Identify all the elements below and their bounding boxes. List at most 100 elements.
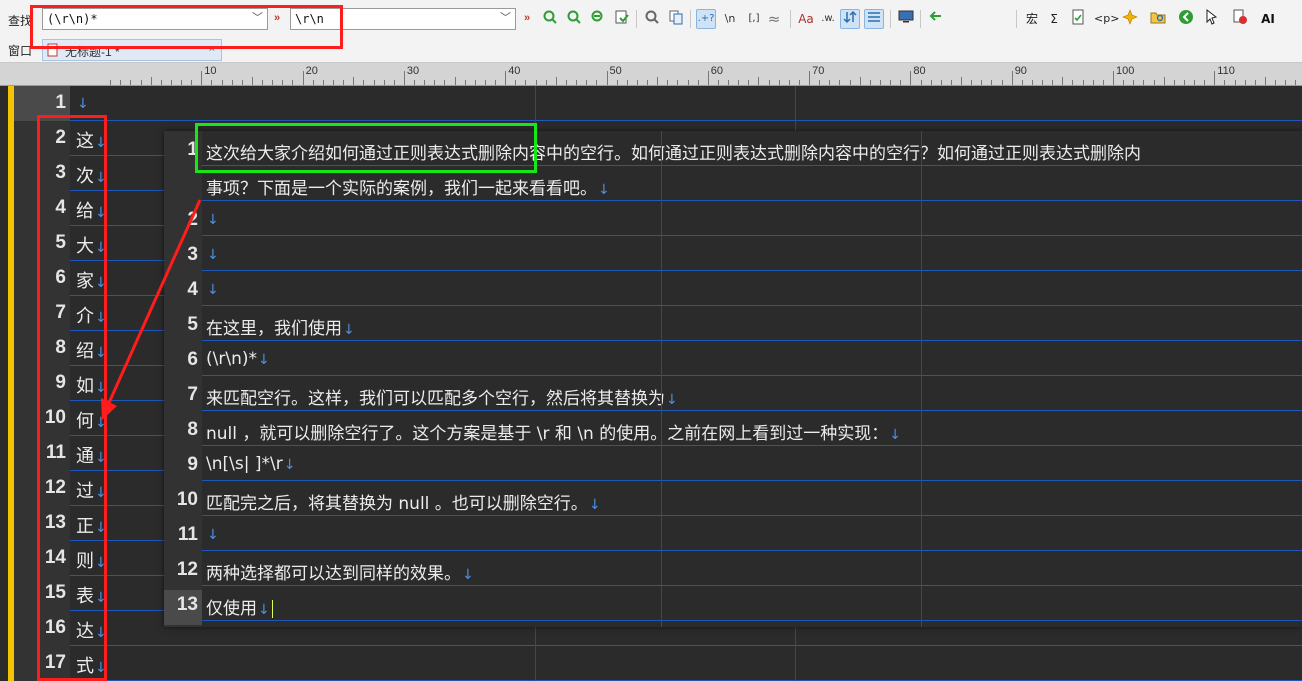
document-check-icon[interactable] — [1068, 9, 1088, 29]
ruler-tick — [353, 77, 355, 85]
copy-icon[interactable] — [666, 9, 686, 29]
ruler-tick — [363, 80, 365, 85]
chevron-right-icon-2: » — [524, 12, 531, 24]
overlay-editor-line[interactable]: 两种选择都可以达到同样的效果。↓ — [206, 559, 474, 584]
ruler-label: 60 — [710, 65, 724, 77]
overlay-line-rule — [202, 375, 1302, 376]
overlay-line-rule — [202, 585, 1302, 586]
find-previous-icon[interactable] — [564, 9, 584, 29]
ruler-tick — [687, 80, 689, 85]
ai-button[interactable]: AI — [1258, 9, 1278, 29]
overlay-line-number: 3 — [187, 244, 198, 265]
regex-toggle[interactable]: .+? — [696, 9, 716, 29]
ruler-label: 110 — [1217, 65, 1235, 77]
overlay-editor-line[interactable]: ↓ — [206, 209, 219, 229]
toolbar-divider-4 — [890, 10, 891, 28]
ruler-tick — [849, 80, 851, 85]
search-icon[interactable] — [642, 9, 662, 29]
overlay-line-number: 2 — [187, 209, 198, 230]
cursor-tool-icon[interactable] — [1202, 8, 1222, 29]
ruler-tick — [647, 80, 649, 85]
line-break-icon: ↓ — [207, 527, 219, 543]
ruler-tick — [312, 80, 314, 85]
overlay-editor-line[interactable]: null ，就可以删除空行了。这个方案是基于 \r 和 \n 的使用。之前在网上… — [206, 419, 901, 444]
ruler-tick — [920, 80, 922, 85]
ruler-tick — [262, 80, 264, 85]
ruler-tick — [636, 80, 638, 85]
ruler-tick — [1143, 80, 1145, 85]
newline-toggle[interactable]: \n — [720, 9, 740, 29]
ruler-tick — [657, 77, 659, 85]
overlay-editor-line[interactable]: 事项？下面是一个实际的案例，我们一起来看看吧。↓ — [206, 174, 610, 199]
ruler-tick — [596, 80, 598, 85]
ruler-tick — [728, 80, 730, 85]
text-caret — [271, 600, 273, 618]
swap-direction-toggle[interactable] — [840, 9, 860, 29]
ruler-tick — [961, 77, 963, 85]
folder-search-icon[interactable] — [1148, 9, 1168, 29]
overlay-editor-line[interactable]: 匹配完之后，将其替换为 null 。也可以删除空行。↓ — [206, 489, 601, 514]
macro-button[interactable]: 宏 — [1022, 9, 1042, 29]
ruler-tick — [272, 80, 274, 85]
ruler-tick — [677, 80, 679, 85]
ruler-tick — [525, 80, 527, 85]
column-ruler[interactable]: 102030405060708090100110120 — [70, 63, 1302, 86]
record-icon[interactable] — [1230, 9, 1250, 29]
list-results-toggle[interactable] — [864, 9, 884, 29]
overlay-editor-line[interactable]: 仅使用↓ — [206, 594, 273, 619]
html-tag-button[interactable]: <p> — [1094, 9, 1119, 29]
ruler-tick — [403, 71, 405, 85]
ruler-tick — [1001, 80, 1003, 85]
toolbar-divider — [636, 10, 637, 28]
ruler-tick — [1173, 80, 1175, 85]
ruler-tick — [809, 71, 811, 85]
ruler-tick — [474, 80, 476, 85]
ruler-tick — [464, 80, 466, 85]
ruler-tick — [251, 77, 253, 85]
editor-line[interactable]: ↓ — [76, 92, 89, 113]
ruler-tick — [890, 80, 892, 85]
overlay-line-text: 事项？下面是一个实际的案例，我们一起来看看吧。 — [206, 179, 597, 199]
replace-dropdown-icon[interactable]: ﹀ — [500, 10, 511, 26]
sigma-button[interactable]: Σ — [1044, 9, 1064, 29]
ruler-tick — [555, 77, 557, 85]
ruler-tick — [1072, 80, 1074, 85]
whole-word-toggle[interactable]: .w. — [818, 9, 838, 29]
overlay-line-rule — [202, 340, 1302, 341]
go-back-icon[interactable] — [1176, 9, 1196, 29]
overlay-editor-line[interactable]: 在这里，我们使用↓ — [206, 314, 355, 339]
brackets-toggle[interactable]: [,] — [744, 9, 764, 29]
overlay-editor-line[interactable]: \n[\s| ]*\r↓ — [206, 454, 295, 474]
find-next-icon[interactable] — [540, 9, 560, 29]
ruler-tick — [282, 80, 284, 85]
replace-all-icon[interactable] — [612, 9, 632, 29]
arrow-left-icon[interactable] — [926, 9, 946, 29]
replace-icon[interactable] — [588, 9, 608, 29]
overlay-editor-line[interactable]: ↓ — [206, 244, 219, 264]
ruler-tick — [302, 71, 304, 85]
line-rule — [70, 120, 1302, 121]
overlay-line-number: 6 — [187, 349, 198, 370]
ruler-tick — [515, 80, 517, 85]
ruler-tick — [343, 80, 345, 85]
line-break-icon: ↓ — [207, 212, 219, 228]
ruler-tick — [616, 80, 618, 85]
overlay-editor-line[interactable]: 来匹配空行。这样，我们可以匹配多个空行，然后将其替换为↓ — [206, 384, 678, 409]
ruler-tick — [1254, 80, 1256, 85]
overlay-line-number: 13 — [176, 594, 198, 615]
match-case-toggle[interactable]: Aa — [796, 9, 816, 29]
overlay-line-text: 匹配完之后，将其替换为 null 。也可以删除空行。 — [206, 494, 588, 514]
overlay-line-text: \n[\s| ]*\r — [206, 454, 283, 474]
overlay-editor-line[interactable]: ↓ — [206, 524, 219, 544]
fuzzy-match-toggle[interactable]: ≈ — [764, 9, 784, 29]
line-break-icon: ↓ — [343, 322, 355, 338]
ruler-label: 100 — [1116, 65, 1135, 77]
ruler-tick — [292, 80, 294, 85]
sparkle-icon[interactable] — [1120, 9, 1140, 29]
ruler-tick — [880, 80, 881, 85]
monitor-icon[interactable] — [896, 9, 916, 29]
ruler-tick — [971, 80, 973, 85]
overlay-editor-line[interactable]: (\r\n)*↓ — [206, 349, 270, 369]
overlay-editor-view[interactable]: 1 这次给大家介绍如何通过正则表达式删除内容中的空行。如何通过正则表达式删除内容中… — [164, 131, 1302, 627]
overlay-editor-line[interactable]: ↓ — [206, 279, 219, 299]
